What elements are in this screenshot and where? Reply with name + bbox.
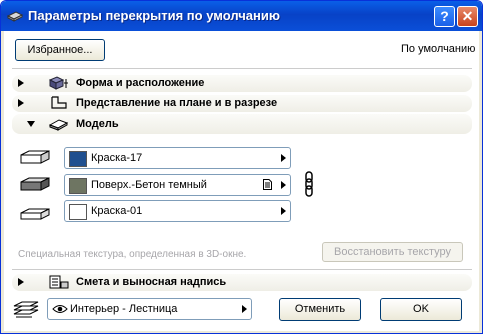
favorites-button[interactable]: Избранное... — [15, 39, 105, 61]
collapse-arrow-icon[interactable] — [27, 121, 35, 127]
material-swatch — [69, 178, 87, 194]
document-icon — [263, 179, 272, 190]
expand-arrow-icon[interactable] — [18, 278, 24, 286]
listing-label-icon — [49, 275, 69, 289]
arrow-right-icon — [242, 305, 247, 313]
section-shape-label: Форма и расположение — [76, 77, 205, 89]
material-swatch — [69, 204, 87, 220]
dialog-window: Параметры перекрытия по умолчанию ? ✕ Из… — [0, 0, 483, 334]
default-label: По умолчанию — [401, 43, 476, 55]
material-bottom-select[interactable]: Краска-01 — [64, 200, 291, 222]
layers-icon — [13, 301, 39, 318]
section-listing-label: Смета и выносная надпись — [76, 276, 227, 288]
window-title: Параметры перекрытия по умолчанию — [28, 8, 280, 23]
slab-tool-icon — [7, 11, 23, 22]
cancel-button[interactable]: Отменить — [279, 298, 361, 321]
arrow-right-icon — [281, 181, 286, 189]
ok-button[interactable]: OK — [380, 298, 462, 321]
material-edge-value: Поверх.-Бетон темный — [91, 179, 207, 191]
title-bar: Параметры перекрытия по умолчанию ? ✕ — [1, 1, 482, 31]
material-swatch — [69, 151, 87, 167]
arrow-right-icon — [281, 154, 286, 162]
bottom-divider — [12, 269, 472, 270]
material-bottom-value: Краска-01 — [91, 205, 143, 217]
top-divider — [12, 68, 472, 69]
material-edge-select[interactable]: Поверх.-Бетон темный — [64, 174, 291, 196]
layer-select[interactable]: Интерьер - Лестница — [47, 298, 252, 320]
floor-plan-icon — [51, 96, 67, 109]
chain-link-icon[interactable] — [303, 171, 315, 197]
top-surface-icon — [20, 150, 50, 164]
help-button[interactable]: ? — [434, 6, 455, 27]
material-top-value: Краска-17 — [91, 152, 143, 164]
bottom-surface-icon — [20, 208, 50, 220]
layer-value: Интерьер - Лестница — [70, 303, 178, 315]
shape-placement-icon — [49, 76, 68, 90]
section-plan-label: Представление на плане и в разрезе — [76, 97, 278, 109]
edge-surface-icon — [20, 177, 50, 191]
section-model-label: Модель — [76, 118, 119, 130]
arrow-right-icon — [281, 207, 286, 215]
material-top-select[interactable]: Краска-17 — [64, 147, 291, 169]
dialog-body: Избранное... По умолчанию Форма и распол… — [4, 31, 479, 331]
eye-icon[interactable] — [52, 304, 68, 314]
restore-texture-button[interactable]: Восстановить текстуру — [322, 242, 463, 262]
texture-note: Специальная текстура, определенная в 3D-… — [18, 249, 247, 260]
expand-arrow-icon[interactable] — [18, 79, 24, 87]
expand-arrow-icon[interactable] — [18, 99, 24, 107]
close-button[interactable]: ✕ — [457, 6, 478, 27]
model-icon — [49, 119, 69, 131]
